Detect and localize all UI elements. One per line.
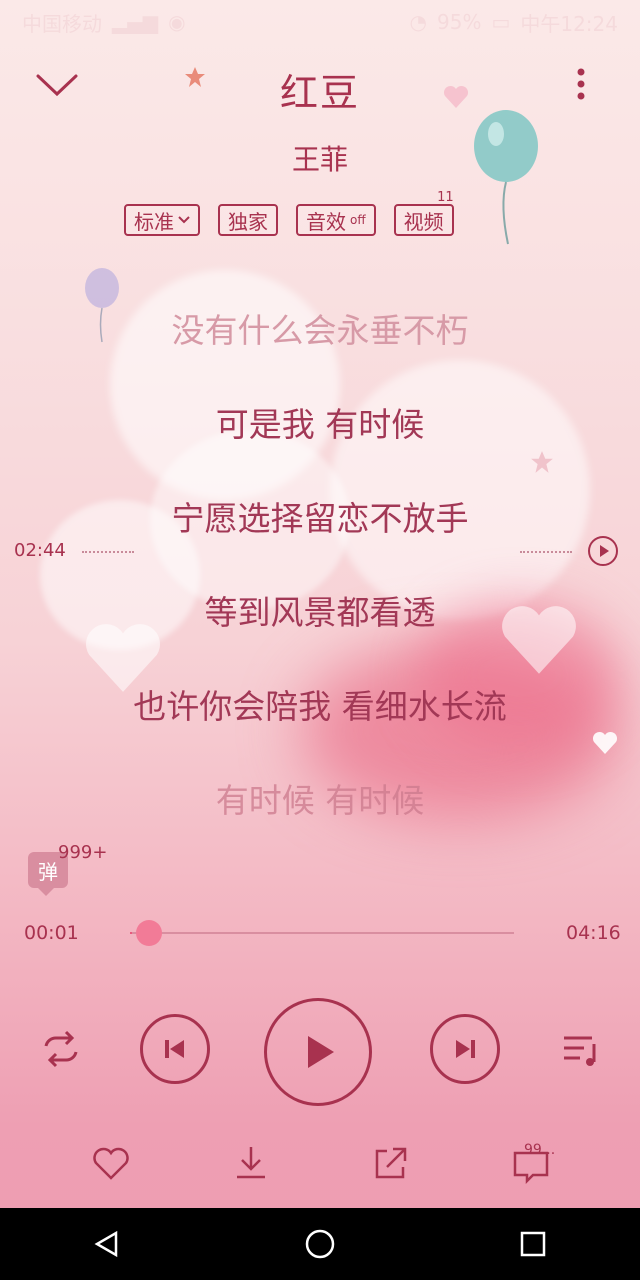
share-button[interactable] [366,1140,416,1186]
back-nav-button[interactable] [67,1214,147,1274]
chevron-down-icon [178,216,190,224]
effect-label: 音效 [306,209,346,234]
playlist-icon [564,1036,596,1066]
progress-fill [130,932,132,934]
home-circle-icon [305,1229,335,1259]
download-button[interactable] [226,1140,276,1186]
audio-options-row: 标准 独家 音效 off 视频 11 [124,190,454,236]
danmu-label: 弹 [38,859,58,884]
artist-name[interactable]: 王菲 [0,138,640,178]
sound-effect-button[interactable]: 音效 off [296,204,376,236]
lyric-line[interactable]: 也许你会陪我 看细水长流 [0,680,640,728]
seek-guide-line [82,551,134,553]
video-count: 11 [437,190,454,205]
lyric-line[interactable]: 宁愿选择留恋不放手 [0,492,640,540]
wifi-icon: ◔ [409,10,427,34]
recents-nav-button[interactable] [493,1214,573,1274]
repeat-mode-button[interactable] [38,1026,84,1072]
lyric-line[interactable]: 可是我 有时候 [0,398,640,446]
song-title: 红豆 [279,71,360,115]
video-button[interactable]: 视频 11 [393,190,454,236]
lyric-seek-time: 02:44 [14,540,66,561]
skip-previous-icon [165,1040,184,1058]
progress-thumb[interactable] [135,920,162,946]
progress-bar[interactable] [130,920,514,946]
quality-label: 标准 [134,209,174,234]
seek-guide-line [520,551,572,553]
star-icon [531,451,553,473]
lyric-line[interactable]: 没有什么会永垂不朽 [0,304,640,352]
play-icon [600,545,609,557]
exclusive-badge[interactable]: 独家 [218,204,278,236]
share-icon [375,1147,407,1179]
quality-selector[interactable]: 标准 [124,204,200,236]
previous-button[interactable] [140,1014,210,1084]
comment-count: 99... [524,1142,556,1158]
skip-next-icon [456,1040,475,1058]
comments-button[interactable]: 99... [506,1140,556,1186]
exclusive-label: 独家 [228,209,268,234]
system-nav-bar [0,1208,640,1280]
carrier-label: 中国移动 [22,11,102,36]
lyric-line[interactable]: 等到风景都看透 [0,586,640,634]
play-icon [308,1036,334,1068]
play-button[interactable] [264,998,372,1106]
notification-icon: ◉ [168,10,186,34]
video-label: 视频 [403,209,444,234]
recents-square-icon [521,1231,546,1257]
heart-icon [93,1147,129,1180]
battery-icon: ▭ [491,10,511,34]
clock-label: 中午12:24 [520,11,618,36]
heart-decoration-icon [592,731,618,754]
play-from-lyric-button[interactable] [588,536,618,566]
danmu-count: 999+ [58,842,108,863]
back-triangle-icon [94,1230,117,1258]
repeat-icon [44,1030,78,1068]
current-time: 00:01 [24,922,79,944]
effect-state: off [350,213,366,227]
playlist-button[interactable] [558,1026,604,1072]
lyric-line[interactable]: 有时候 有时候 [0,774,640,822]
next-button[interactable] [430,1014,500,1084]
download-icon [237,1147,265,1179]
status-bar: 中国移动 ▂▄▆ ◉ ◔ 95% ▭ 中午12:24 [0,0,640,44]
total-time: 04:16 [566,922,621,944]
favorite-button[interactable] [86,1140,136,1186]
signal-icon: ▂▄▆ [112,10,159,34]
home-nav-button[interactable] [280,1214,360,1274]
battery-label: 95% [437,10,482,34]
